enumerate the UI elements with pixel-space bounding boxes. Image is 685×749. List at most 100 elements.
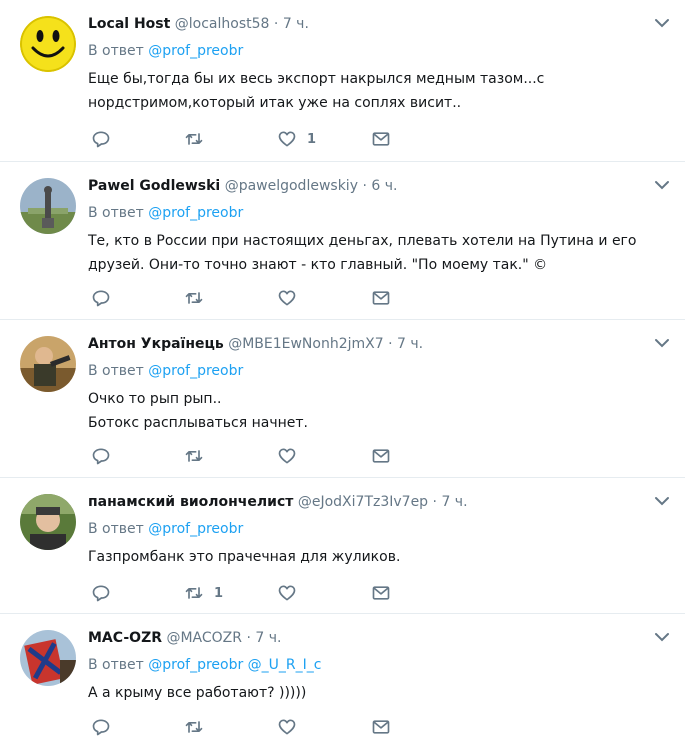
retweet-icon xyxy=(185,133,203,145)
chevron-down-icon[interactable] xyxy=(653,492,671,510)
tweet-actions xyxy=(88,287,408,309)
tweet-text-line: Еще бы,тогда бы их весь экспорт накрылся… xyxy=(88,71,545,87)
tweet-header: Pawel Godlewski @pawelgodlewskiy · 6 ч. xyxy=(88,176,397,196)
chevron-down-icon[interactable] xyxy=(653,14,671,32)
timestamp[interactable]: 6 ч. xyxy=(371,178,397,194)
tweet-text-line: Те, кто в России при настоящих деньгах, … xyxy=(88,233,637,249)
like-icon xyxy=(278,448,296,464)
message-icon xyxy=(372,132,390,146)
retweet-icon xyxy=(185,721,203,733)
tweet-text: Очко то рып рып.. Ботокс расплываться на… xyxy=(88,387,648,435)
avatar[interactable] xyxy=(20,494,76,550)
author-name[interactable]: Антон Українець xyxy=(88,336,224,352)
like-button[interactable] xyxy=(277,582,307,604)
like-count: 1 xyxy=(307,131,317,147)
tweet-header: панамский виолончелист @eJodXi7Tz3Iv7ep … xyxy=(88,492,468,512)
direct-message-button[interactable] xyxy=(371,287,391,309)
timestamp[interactable]: 7 ч. xyxy=(441,494,467,510)
mention-link[interactable]: @prof_preobr @_U_R_I_c xyxy=(148,657,321,673)
tweet-actions xyxy=(88,716,408,738)
retweet-button[interactable] xyxy=(184,716,214,738)
author-handle[interactable]: @eJodXi7Tz3Iv7ep xyxy=(298,494,428,510)
author-handle[interactable]: @MACOZR xyxy=(166,630,242,646)
direct-message-button[interactable] xyxy=(371,445,391,467)
separator-dot: · xyxy=(273,16,279,32)
reply-button[interactable] xyxy=(91,445,111,467)
author-name[interactable]: панамский виолончелист xyxy=(88,494,293,510)
reply-icon xyxy=(92,290,110,307)
tweet-text-line: Очко то рып рып.. xyxy=(88,391,222,407)
chevron-down-icon[interactable] xyxy=(653,628,671,646)
tweet-text-line: А а крыму все работают? ))))) xyxy=(88,685,307,701)
reply-button[interactable] xyxy=(91,287,111,309)
retweet-icon xyxy=(185,292,203,304)
tweet[interactable]: панамский виолончелист @eJodXi7Tz3Iv7ep … xyxy=(0,478,685,614)
mention-link[interactable]: @prof_preobr xyxy=(148,43,243,59)
timestamp[interactable]: 7 ч. xyxy=(397,336,423,352)
like-icon xyxy=(278,585,296,601)
separator-dot: · xyxy=(246,630,251,646)
retweet-button[interactable] xyxy=(184,128,214,150)
reply-icon xyxy=(92,585,110,602)
direct-message-button[interactable] xyxy=(371,582,391,604)
tweet-header: Антон Українець @MBE1EwNonh2jmX7 · 7 ч. xyxy=(88,334,423,354)
author-handle[interactable]: @pawelgodlewskiy xyxy=(225,178,358,194)
retweet-button[interactable]: 1 xyxy=(184,582,223,604)
message-icon xyxy=(372,720,390,734)
avatar[interactable] xyxy=(20,630,76,686)
reply-icon xyxy=(92,719,110,736)
author-name[interactable]: Pawel Godlewski xyxy=(88,178,220,194)
reply-to-line: В ответ @prof_preobr xyxy=(88,361,243,381)
timestamp[interactable]: 7 ч. xyxy=(255,630,281,646)
mention-link[interactable]: @prof_preobr xyxy=(148,521,243,537)
tweet-header: MAC-OZR @MACOZR · 7 ч. xyxy=(88,628,281,648)
mention-link[interactable]: @prof_preobr xyxy=(148,363,243,379)
like-button[interactable] xyxy=(277,716,307,738)
direct-message-button[interactable] xyxy=(371,716,391,738)
reply-icon xyxy=(92,448,110,465)
like-button[interactable] xyxy=(277,445,307,467)
author-handle[interactable]: @MBE1EwNonh2jmX7 xyxy=(228,336,383,352)
avatar[interactable] xyxy=(20,178,76,234)
reply-button[interactable] xyxy=(91,128,111,150)
message-icon xyxy=(372,449,390,463)
author-handle[interactable]: @localhost58 xyxy=(175,16,270,32)
avatar[interactable] xyxy=(20,336,76,392)
tweet-text-line: нордстримом,который итак уже на соплях в… xyxy=(88,95,462,111)
tweet[interactable]: Pawel Godlewski @pawelgodlewskiy · 6 ч. … xyxy=(0,162,685,320)
like-button[interactable] xyxy=(277,287,307,309)
author-name[interactable]: Local Host xyxy=(88,16,170,32)
chevron-down-icon[interactable] xyxy=(653,334,671,352)
tweet-text-line: друзей. Они-то точно знают - кто главный… xyxy=(88,257,548,273)
tweet-text: А а крыму все работают? ))))) xyxy=(88,681,648,705)
tweet[interactable]: MAC-OZR @MACOZR · 7 ч. В ответ @prof_pre… xyxy=(0,614,685,749)
message-icon xyxy=(372,291,390,305)
mention-link[interactable]: @prof_preobr xyxy=(148,205,243,221)
tweet[interactable]: Local Host @localhost58 · 7 ч. В ответ @… xyxy=(0,0,685,162)
tweet-actions: 1 xyxy=(88,582,408,604)
reply-prefix: В ответ xyxy=(88,43,144,59)
tweet-text-line: Ботокс расплываться начнет. xyxy=(88,415,308,431)
author-name[interactable]: MAC-OZR xyxy=(88,630,162,646)
reply-to-line: В ответ @prof_preobr xyxy=(88,41,243,61)
tweet-text: Еще бы,тогда бы их весь экспорт накрылся… xyxy=(88,67,648,115)
tweet[interactable]: Антон Українець @MBE1EwNonh2jmX7 · 7 ч. … xyxy=(0,320,685,478)
separator-dot: · xyxy=(388,336,393,352)
retweet-icon xyxy=(185,450,203,462)
reply-icon xyxy=(92,131,110,148)
tweet-actions xyxy=(88,445,408,467)
like-icon xyxy=(278,131,296,147)
like-button[interactable]: 1 xyxy=(277,128,316,150)
timestamp[interactable]: 7 ч. xyxy=(283,16,309,32)
like-icon xyxy=(278,290,296,306)
separator-dot: · xyxy=(432,494,437,510)
retweet-icon xyxy=(185,587,203,599)
reply-prefix: В ответ xyxy=(88,205,144,221)
retweet-button[interactable] xyxy=(184,287,214,309)
reply-button[interactable] xyxy=(91,582,111,604)
chevron-down-icon[interactable] xyxy=(653,176,671,194)
retweet-button[interactable] xyxy=(184,445,214,467)
avatar[interactable] xyxy=(20,16,76,72)
direct-message-button[interactable] xyxy=(371,128,391,150)
reply-button[interactable] xyxy=(91,716,111,738)
